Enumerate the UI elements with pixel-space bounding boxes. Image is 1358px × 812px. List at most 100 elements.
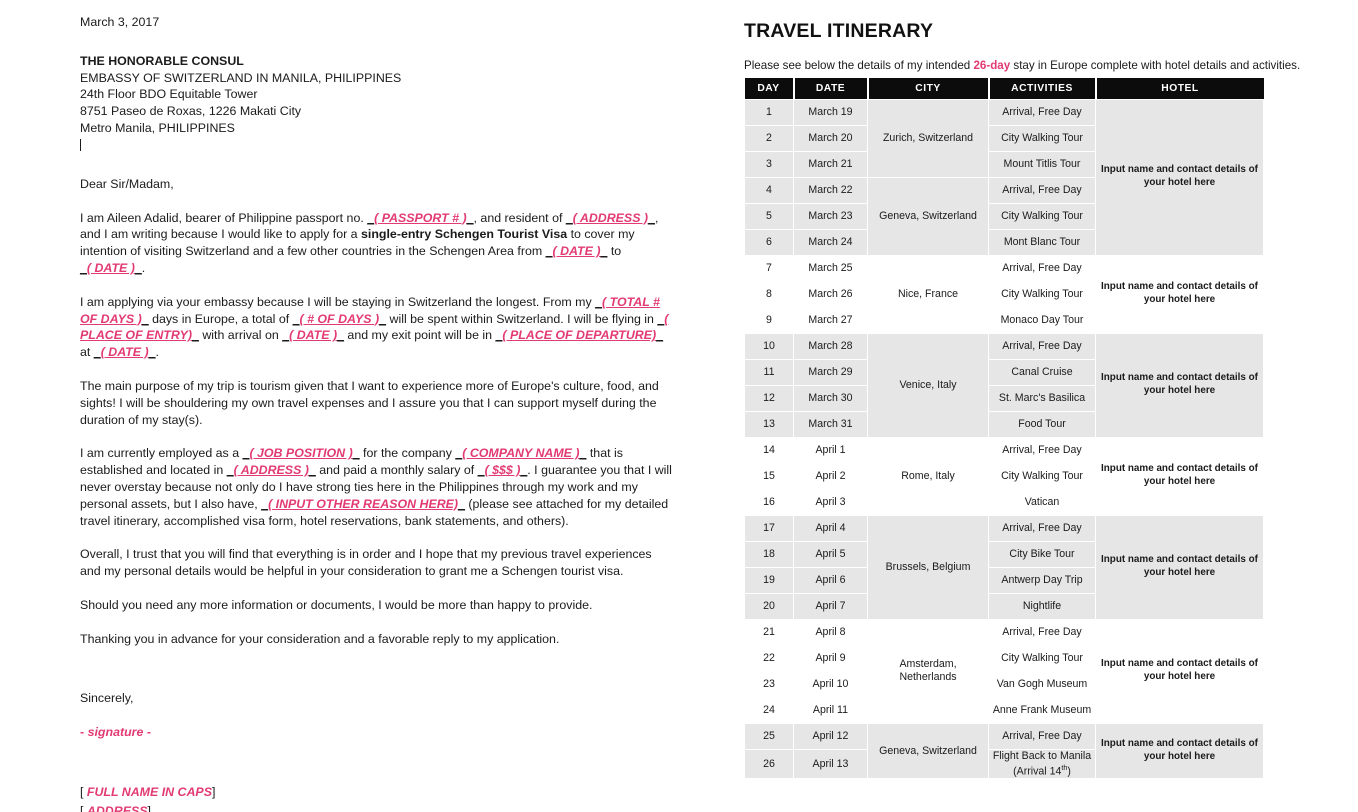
cell-activity: Nightlife — [988, 592, 1096, 620]
cell-day: 16 — [744, 488, 794, 516]
letter-paragraph-4: I am currently employed as a _( JOB POSI… — [80, 445, 672, 529]
signature-dash-right: - — [146, 725, 151, 740]
p1-text-6: . — [141, 260, 146, 275]
cell-date: March 29 — [793, 358, 868, 386]
cell-date: April 10 — [793, 670, 868, 698]
p2-text-4: with arrival on — [198, 328, 283, 343]
cell-activity: Canal Cruise — [988, 358, 1096, 386]
cell-date: March 20 — [793, 124, 868, 152]
cell-date: March 31 — [793, 410, 868, 438]
cell-activity: Arrival, Free Day — [988, 436, 1096, 464]
cell-hotel-placeholder[interactable]: Input name and contact details of your h… — [1095, 98, 1264, 256]
cell-activity: Arrival, Free Day — [988, 254, 1096, 282]
p2-text-3: will be spent within Switzerland. I will… — [386, 311, 658, 326]
subtitle-duration-highlight: 26-day — [973, 59, 1011, 72]
letter-paragraph-2: I am applying via your embassy because I… — [80, 294, 672, 361]
table-row: 21 April 8 Amsterdam, Netherlands Arrival, … — [744, 618, 1264, 724]
cell-activity: Arrival, Free Day — [988, 618, 1096, 646]
text-caret — [80, 138, 81, 151]
placeholder-job-position: _( JOB POSITION )_ — [242, 446, 360, 461]
placeholder-passport-number: _( PASSPORT # )_ — [367, 210, 474, 225]
p4-text-1: I am currently employed as a — [80, 446, 243, 461]
letter-salutation: Dear Sir/Madam, — [80, 176, 174, 191]
column-header-activities: ACTIVITIES — [987, 78, 1097, 99]
cell-date: April 7 — [793, 592, 868, 620]
p2-text-2: days in Europe, a total of — [148, 311, 293, 326]
cell-date: April 6 — [793, 566, 868, 594]
cell-day: 10 — [744, 332, 794, 360]
cell-day: 22 — [744, 644, 794, 672]
cell-city: Rome, Italy — [867, 436, 989, 516]
cell-date: April 3 — [793, 488, 868, 516]
cell-date: April 9 — [793, 644, 868, 672]
cell-day: 5 — [744, 202, 794, 230]
cell-hotel-placeholder[interactable]: Input name and contact details of your h… — [1095, 722, 1264, 780]
itinerary-table-head: DAY DATE CITY ACTIVITIES HOTEL — [744, 78, 1264, 99]
cell-day: 9 — [744, 306, 794, 334]
cell-day: 24 — [744, 696, 794, 724]
column-header-hotel: HOTEL — [1094, 78, 1264, 99]
cell-day: 26 — [744, 748, 794, 780]
cell-day: 13 — [744, 410, 794, 438]
cell-activity: Anne Frank Museum — [988, 696, 1096, 724]
placeholder-company-address: _( ADDRESS )_ — [226, 463, 316, 478]
cell-day: 11 — [744, 358, 794, 386]
cell-date: April 5 — [793, 540, 868, 568]
cell-date: March 30 — [793, 384, 868, 412]
signature-placeholder: - signature - — [80, 724, 672, 741]
itinerary-table: DAY DATE CITY ACTIVITIES HOTEL 1 March 19… — [744, 78, 1264, 780]
cell-day: 8 — [744, 280, 794, 308]
cell-date: March 26 — [793, 280, 868, 308]
placeholder-full-name: FULL NAME IN CAPS — [86, 785, 212, 800]
sender-details-block: [ FULL NAME IN CAPS] [ ADDRESS] [ MOBILE… — [80, 783, 672, 812]
cell-city: Geneva, Switzerland — [867, 176, 989, 256]
cell-hotel-placeholder[interactable]: Input name and contact details of your h… — [1095, 436, 1264, 516]
cell-date: March 19 — [793, 98, 868, 126]
cell-activity: City Walking Tour — [988, 280, 1096, 308]
letter-closing: Sincerely, — [80, 690, 134, 705]
cell-activity: Van Gogh Museum — [988, 670, 1096, 698]
cell-activity: City Walking Tour — [988, 462, 1096, 490]
cell-city: Amsterdam, Netherlands — [867, 618, 989, 724]
cell-activity: Arrival, Free Day — [988, 176, 1096, 204]
cell-day: 6 — [744, 228, 794, 256]
p1-text-1: I am Aileen Adalid, bearer of Philippine… — [80, 210, 368, 225]
letter-paragraph-1: I am Aileen Adalid, bearer of Philippine… — [80, 210, 672, 277]
cell-activity: City Walking Tour — [988, 124, 1096, 152]
table-row: 10 March 28 Venice, Italy Arrival, Free Day… — [744, 332, 1264, 438]
table-header-row: DAY DATE CITY ACTIVITIES HOTEL — [744, 78, 1264, 99]
recipient-embassy: EMBASSY OF SWITZERLAND IN MANILA, PHILIP… — [80, 70, 402, 85]
cell-city: Zurich, Switzerland — [867, 98, 989, 178]
cell-city: Geneva, Switzerland — [867, 722, 989, 780]
cell-activity: City Walking Tour — [988, 202, 1096, 230]
column-header-date: DATE — [792, 78, 869, 99]
itinerary-subtitle: Please see below the details of my inten… — [744, 59, 1300, 72]
cell-hotel-placeholder[interactable]: Input name and contact details of your h… — [1095, 514, 1264, 620]
itinerary-title: TRAVEL ITINERARY — [744, 20, 934, 42]
cell-activity: Flight Back to Manila (Arrival 14th) — [988, 748, 1096, 780]
sender-name-line: [ FULL NAME IN CAPS] — [80, 783, 672, 802]
cell-date: April 11 — [793, 696, 868, 724]
cell-day: 25 — [744, 722, 794, 750]
cell-day: 3 — [744, 150, 794, 178]
cell-day: 12 — [744, 384, 794, 412]
placeholder-trip-start-date: _( DATE )_ — [545, 244, 608, 259]
placeholder-trip-end-date: _( DATE )_ — [80, 260, 142, 275]
p2-text-6: at — [80, 345, 94, 360]
cell-activity: Arrival, Free Day — [988, 722, 1096, 750]
cell-city: Brussels, Belgium — [867, 514, 989, 620]
cell-activity: City Bike Tour — [988, 540, 1096, 568]
cell-city: Venice, Italy — [867, 332, 989, 438]
bracket-open-name: [ — [80, 785, 84, 800]
cell-date: March 24 — [793, 228, 868, 256]
cell-date: March 27 — [793, 306, 868, 334]
cell-date: March 23 — [793, 202, 868, 230]
cell-hotel-placeholder[interactable]: Input name and contact details of your h… — [1095, 332, 1264, 438]
letter-date: March 3, 2017 — [80, 15, 160, 29]
cell-hotel-placeholder[interactable]: Input name and contact details of your h… — [1095, 254, 1264, 334]
cell-activity: Monaco Day Tour — [988, 306, 1096, 334]
cell-hotel-placeholder[interactable]: Input name and contact details of your h… — [1095, 618, 1264, 724]
placeholder-departure-date: _( DATE )_ — [93, 345, 156, 360]
column-header-city: CITY — [866, 78, 990, 99]
cell-activity: Arrival, Free Day — [988, 332, 1096, 360]
